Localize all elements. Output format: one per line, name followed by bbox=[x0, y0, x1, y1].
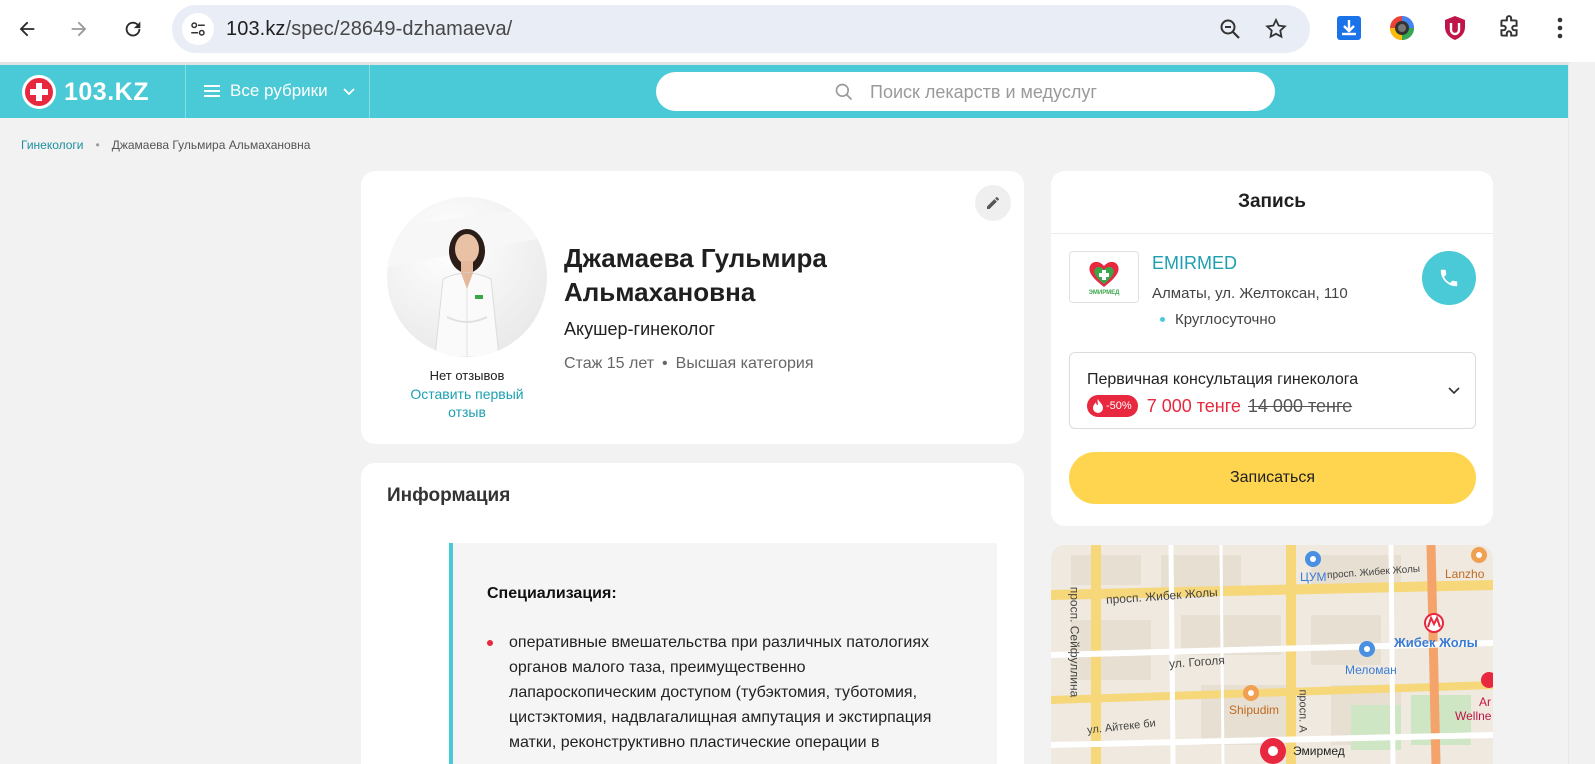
browser-toolbar: 103.kz/spec/28649-dzhamaeva/ bbox=[0, 0, 1595, 62]
address-bar[interactable]: 103.kz/spec/28649-dzhamaeva/ bbox=[172, 5, 1310, 53]
map-street-label: просп. А bbox=[1296, 689, 1309, 733]
medical-cross-icon bbox=[22, 75, 56, 109]
reload-icon bbox=[125, 21, 141, 37]
all-rubrics-menu[interactable]: Все рубрики bbox=[204, 81, 356, 101]
book-appointment-button[interactable]: Записаться bbox=[1069, 452, 1476, 504]
url-path: /spec/28649-dzhamaeva/ bbox=[285, 18, 513, 40]
pencil-icon bbox=[987, 197, 999, 209]
service-price-row: -50% 7 000 тенге 14 000 тенге bbox=[1087, 395, 1352, 417]
list-item: оперативные вмешательства при различных … bbox=[487, 630, 957, 755]
flame-icon bbox=[1093, 399, 1103, 413]
service-select[interactable]: Первичная консультация гинеколога -50% 7… bbox=[1069, 352, 1476, 429]
url-text[interactable]: 103.kz/spec/28649-dzhamaeva/ bbox=[226, 18, 512, 41]
doctor-avatar bbox=[387, 197, 547, 357]
ublock-extension-icon[interactable] bbox=[1440, 13, 1470, 43]
clinic-hours: Круглосуточно bbox=[1160, 311, 1276, 328]
search-placeholder: Поиск лекарств и медуслуг bbox=[870, 82, 1097, 102]
booking-title: Запись bbox=[1238, 191, 1306, 212]
back-arrow-icon bbox=[19, 21, 35, 37]
no-reviews-text: Нет отзывов bbox=[429, 368, 505, 383]
booking-divider bbox=[1051, 233, 1493, 234]
site-settings-icon[interactable] bbox=[182, 13, 214, 45]
breadcrumb: Гинекологи • Джамаева Гульмира Альмахано… bbox=[21, 138, 310, 152]
call-button[interactable] bbox=[1422, 251, 1476, 305]
map-street-label: просп. Сейфуллина bbox=[1067, 586, 1082, 698]
zoom-icon[interactable] bbox=[1218, 17, 1242, 46]
doctor-name: Джамаева Гульмира Альмахановна bbox=[564, 243, 827, 307]
specialization-heading: Специализация: bbox=[487, 585, 617, 602]
specialization-block: Специализация: оперативные вмешательства… bbox=[449, 543, 997, 764]
clinic-name-link[interactable]: EMIRMED bbox=[1152, 253, 1237, 274]
booking-card: Запись ЭМИРМЕД EMIRMED Алматы, ул. Желто… bbox=[1051, 171, 1493, 526]
map-poi-label: ЦУМ bbox=[1300, 570, 1327, 584]
leave-first-review-link[interactable]: Оставить первый отзыв bbox=[397, 385, 537, 421]
map-clinic-pin-label[interactable]: Эмирмед bbox=[1293, 744, 1345, 758]
breadcrumb-link-gynecologists[interactable]: Гинекологи bbox=[21, 138, 84, 152]
doctor-photo bbox=[387, 207, 547, 357]
site-header: 103.KZ Все рубрики Поиск лекарств и меду… bbox=[0, 65, 1568, 118]
back-button[interactable] bbox=[12, 14, 42, 44]
experience-text: Стаж 15 лет bbox=[564, 355, 655, 372]
service-name: Первичная консультация гинеколога bbox=[1087, 371, 1359, 388]
header-divider bbox=[185, 65, 186, 118]
discount-text: -50% bbox=[1106, 400, 1132, 412]
clinic-map[interactable]: просп. Жибек Жолы ЦУМ просп. Жибек Жолы … bbox=[1051, 545, 1493, 764]
download-extension-icon[interactable] bbox=[1334, 13, 1364, 43]
forward-arrow-icon bbox=[71, 21, 87, 37]
forward-button[interactable] bbox=[64, 14, 94, 44]
phone-icon bbox=[1440, 269, 1458, 287]
rubrics-label: Все рубрики bbox=[230, 81, 328, 100]
page-scrollbar[interactable] bbox=[1568, 62, 1595, 764]
chevron-down-icon bbox=[342, 88, 355, 96]
information-title: Информация bbox=[387, 485, 511, 506]
chevron-down-icon bbox=[1448, 387, 1460, 395]
map-metro-label: Жибек Жолы bbox=[1394, 635, 1478, 650]
specialization-list: оперативные вмешательства при различных … bbox=[487, 630, 957, 755]
information-card: Информация Специализация: оперативные вм… bbox=[361, 463, 1024, 764]
extensions-puzzle-icon[interactable] bbox=[1494, 13, 1524, 43]
price-new: 7 000 тенге bbox=[1146, 395, 1241, 416]
doctor-meta: Стаж 15 лет • Высшая категория bbox=[564, 355, 813, 373]
burger-menu-icon bbox=[204, 85, 220, 97]
heart-logo-icon bbox=[1089, 261, 1119, 287]
logo-text: 103.KZ bbox=[64, 77, 149, 106]
doctor-profile-card: Нет отзывов Оставить первый отзыв Джамае… bbox=[361, 171, 1024, 444]
map-poi-label: Меломан bbox=[1345, 663, 1397, 677]
price-old: 14 000 тенге bbox=[1247, 395, 1353, 416]
search-input[interactable]: Поиск лекарств и медуслуг bbox=[656, 72, 1275, 111]
discount-badge: -50% bbox=[1087, 395, 1138, 417]
category-text: Высшая категория bbox=[675, 355, 814, 372]
bookmark-star-icon[interactable] bbox=[1264, 17, 1288, 46]
map-poi-label: Shipudim bbox=[1229, 703, 1280, 717]
map-poi-label: Lanzho bbox=[1445, 567, 1485, 581]
clinic-logo-wordmark: ЭМИРМЕД bbox=[1088, 289, 1120, 296]
clinic-hours-text: Круглосуточно bbox=[1175, 311, 1276, 328]
meta-separator: • bbox=[662, 355, 668, 372]
url-host: 103.kz bbox=[226, 18, 286, 40]
site-logo[interactable]: 103.KZ bbox=[22, 75, 149, 109]
status-dot-icon bbox=[1160, 317, 1165, 322]
map-poi-label: Wellne bbox=[1455, 709, 1492, 723]
header-divider bbox=[369, 65, 370, 118]
doctor-specialty: Акушер-гинеколог bbox=[564, 319, 716, 339]
search-icon bbox=[835, 83, 853, 101]
breadcrumb-current: Джамаева Гульмира Альмахановна bbox=[111, 138, 311, 152]
breadcrumb-separator: • bbox=[95, 138, 100, 152]
clinic-logo[interactable]: ЭМИРМЕД bbox=[1069, 251, 1139, 303]
reload-button[interactable] bbox=[118, 14, 148, 44]
edit-button[interactable] bbox=[975, 185, 1011, 221]
clinic-address: Алматы, ул. Желтоксан, 110 bbox=[1152, 285, 1348, 302]
map-poi-label: Ar bbox=[1479, 695, 1491, 709]
colorpicker-extension-icon[interactable] bbox=[1387, 13, 1417, 43]
menu-dots-icon[interactable] bbox=[1545, 13, 1575, 43]
